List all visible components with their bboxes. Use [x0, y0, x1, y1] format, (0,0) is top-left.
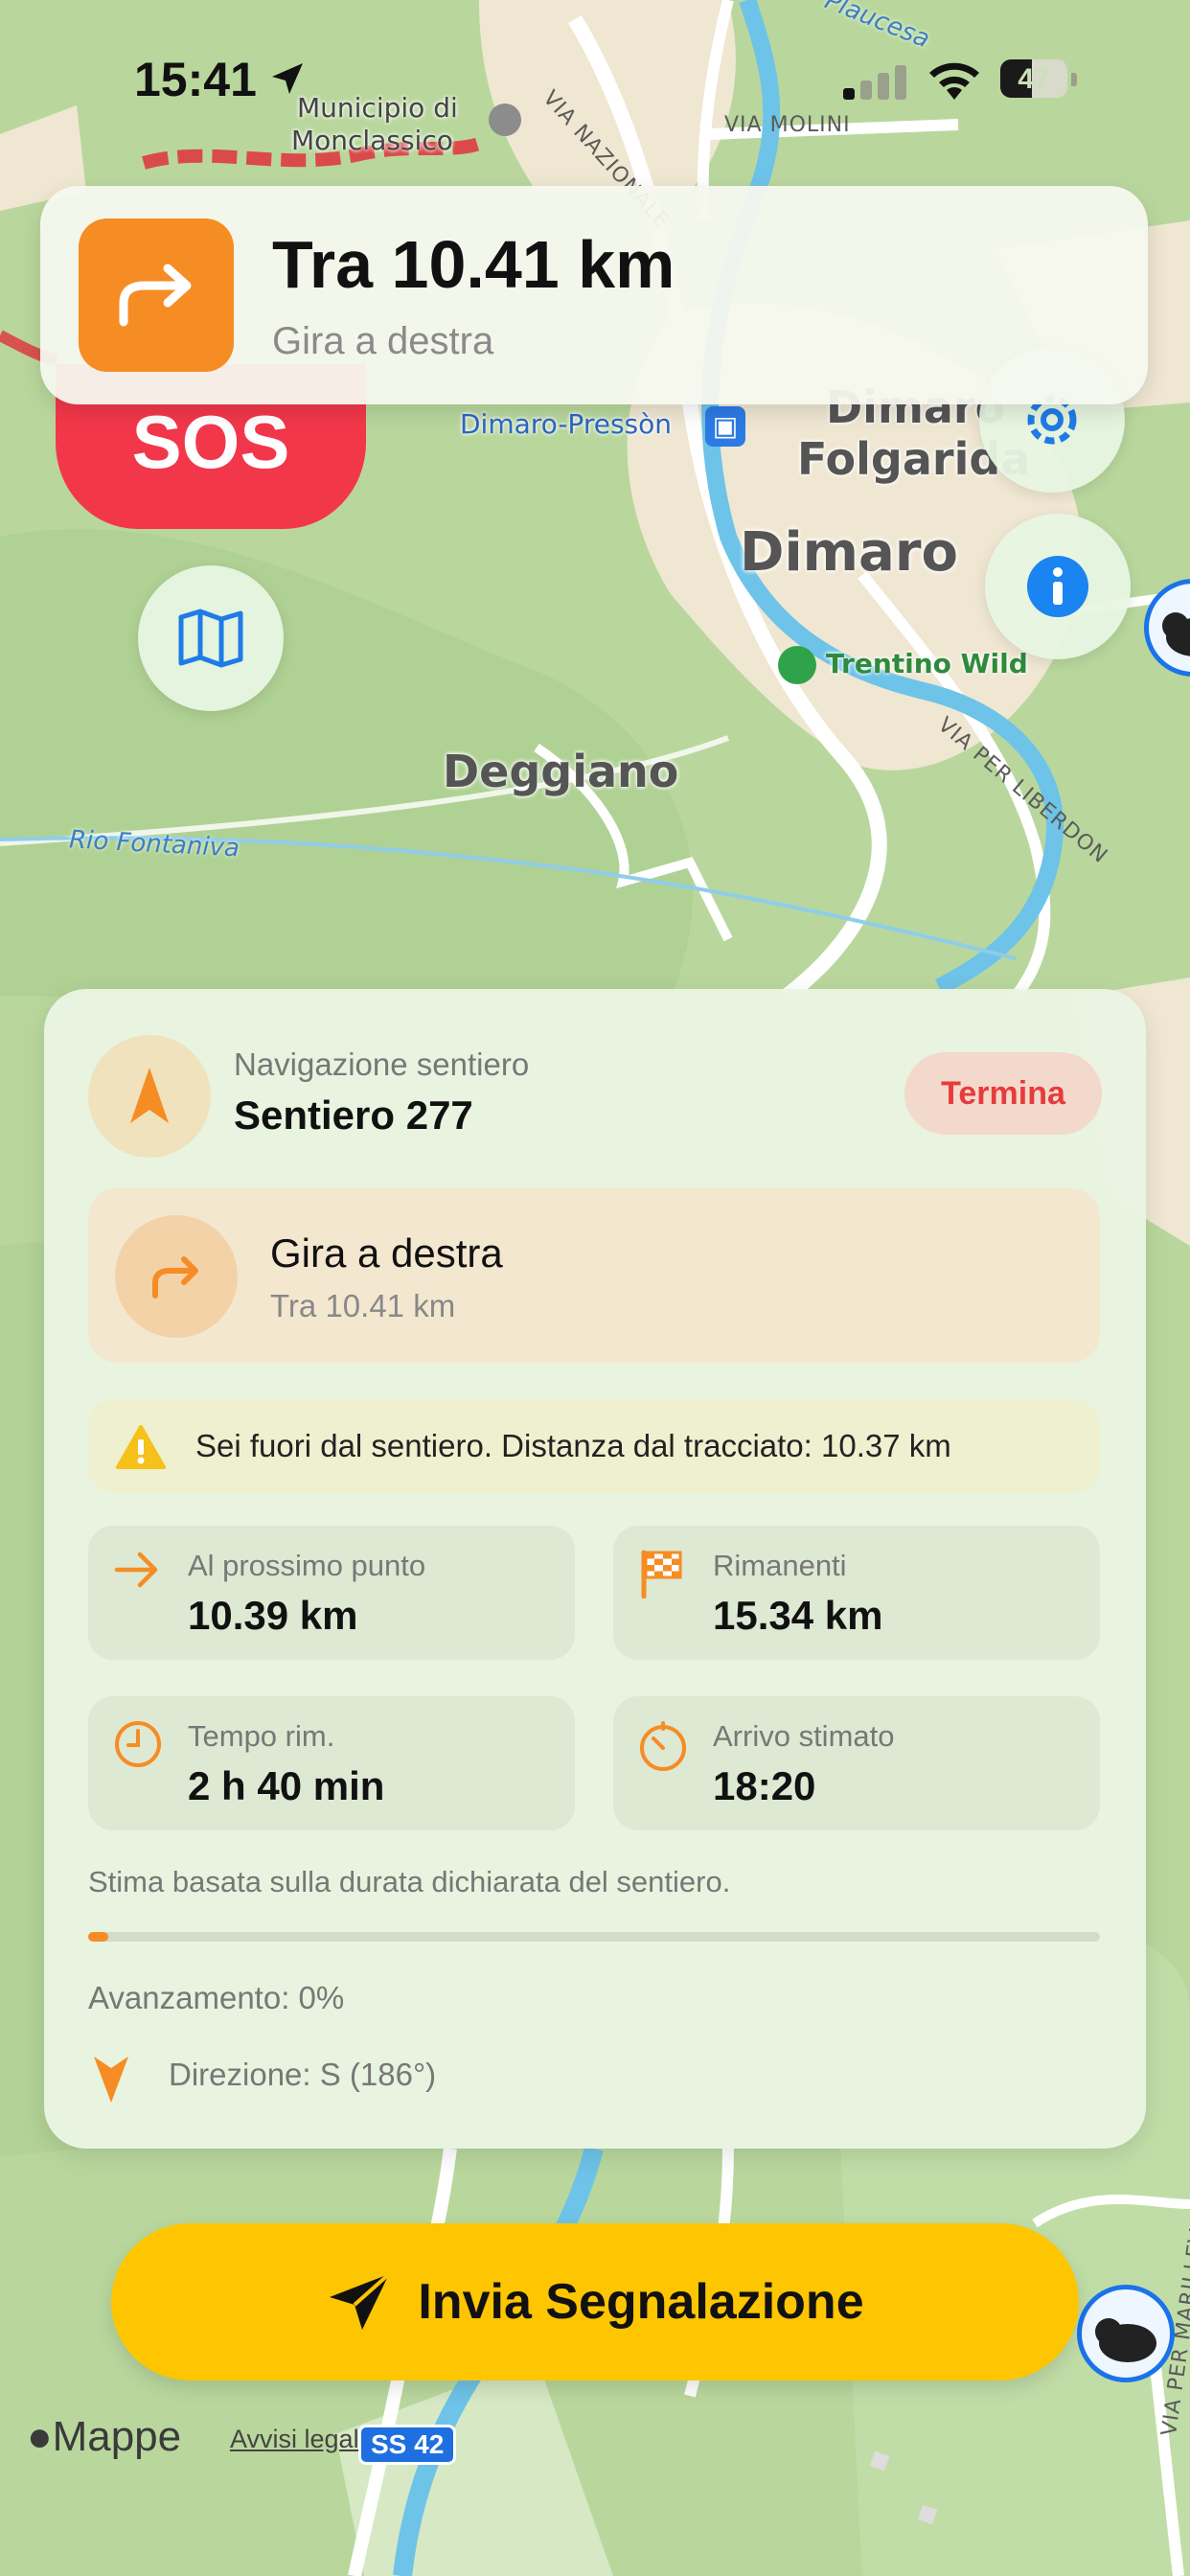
stat-next-point: Al prossimo punto 10.39 km: [88, 1526, 575, 1660]
stat-label: Al prossimo punto: [188, 1549, 426, 1582]
progress-fill: [88, 1932, 109, 1942]
stat-eta: Arrivo stimato 18:20: [613, 1696, 1100, 1830]
map-label-town-hall: Municipio di: [297, 92, 458, 124]
legal-link[interactable]: Avvisi legali: [230, 2425, 365, 2454]
stat-value: 10.39 km: [188, 1593, 358, 1638]
send-report-label: Invia Segnalazione: [418, 2274, 864, 2330]
map-label-station: Dimaro-Pressòn: [460, 408, 672, 440]
map-label-dimaro: Dimaro: [740, 521, 958, 584]
stat-label: Tempo rim.: [188, 1719, 335, 1753]
train-icon: ▣: [705, 406, 745, 447]
turn-right-icon: [115, 1215, 238, 1338]
arrow-right-icon: [114, 1552, 158, 1588]
stat-value: 15.34 km: [713, 1593, 883, 1638]
map-layers-button[interactable]: [138, 565, 284, 711]
map-icon: [178, 609, 243, 668]
banner-distance: Tra 10.41 km: [272, 227, 675, 302]
turn-right-icon: [79, 218, 234, 372]
finish-flag-icon: [641, 1550, 682, 1598]
end-navigation-button[interactable]: Termina: [904, 1052, 1102, 1135]
info-button[interactable]: [985, 514, 1131, 659]
navigation-card: Navigazione sentiero Sentiero 277 Termin…: [44, 989, 1146, 2149]
bear-marker-icon[interactable]: [1077, 2285, 1175, 2382]
warning-icon: [116, 1425, 166, 1469]
stat-value: 2 h 40 min: [188, 1763, 385, 1808]
instruction-title: Gira a destra: [270, 1230, 503, 1276]
battery-tip: [1071, 73, 1077, 86]
off-trail-warning: Sei fuori dal sentiero. Distanza dal tra…: [88, 1399, 1100, 1493]
send-icon: [330, 2272, 391, 2330]
direction-text: Direzione: S (186°): [169, 2057, 437, 2092]
map-label-trentino-wild: Trentino Wild: [826, 648, 1028, 679]
apple-logo-icon: ●: [27, 2413, 53, 2460]
stat-time-remaining: Tempo rim. 2 h 40 min: [88, 1696, 575, 1830]
navigation-header-label: Navigazione sentiero: [234, 1046, 530, 1082]
status-time: 15:41: [134, 53, 257, 106]
maps-logo: ●Mappe: [27, 2413, 182, 2460]
cellular-signal-icon: [843, 65, 906, 100]
navigation-avatar: [88, 1035, 211, 1158]
battery-indicator: 47: [1000, 59, 1067, 98]
timer-icon: [640, 1721, 686, 1771]
location-arrow-icon: [272, 63, 303, 94]
stat-label: Rimanenti: [713, 1549, 847, 1582]
trail-name: Sentiero 277: [234, 1092, 473, 1138]
activity-icon: [778, 646, 816, 684]
progress-text: Avanzamento: 0%: [88, 1980, 345, 2015]
next-instruction: Gira a destra Tra 10.41 km: [88, 1188, 1100, 1363]
sos-label: SOS: [131, 399, 290, 484]
map-label-deggiano: Deggiano: [443, 746, 679, 797]
turn-banner: Tra 10.41 km Gira a destra: [40, 186, 1148, 404]
progress-bar: [88, 1932, 1100, 1942]
stat-value: 18:20: [713, 1763, 816, 1808]
town-hall-icon: [489, 104, 521, 136]
road-shield-ss42: SS 42: [358, 2425, 457, 2465]
banner-instruction: Gira a destra: [272, 320, 494, 362]
stat-remaining: Rimanenti 15.34 km: [613, 1526, 1100, 1660]
stat-label: Arrivo stimato: [713, 1719, 895, 1753]
warning-text: Sei fuori dal sentiero. Distanza dal tra…: [195, 1428, 951, 1463]
instruction-distance: Tra 10.41 km: [270, 1288, 456, 1323]
map-label-town-hall-2: Monclassico: [291, 125, 453, 156]
wifi-icon: [929, 62, 979, 100]
send-report-button[interactable]: Invia Segnalazione: [111, 2223, 1079, 2380]
info-icon: [1027, 556, 1088, 617]
clock-icon: [115, 1721, 161, 1767]
estimate-note: Stima basata sulla durata dichiarata del…: [88, 1865, 731, 1898]
map-label-via-molini: VIA MOLINI: [724, 113, 851, 137]
battery-percent: 47: [1018, 63, 1050, 95]
navigation-arrow-icon: [130, 1068, 169, 1123]
direction-arrow-icon: [94, 2057, 128, 2103]
